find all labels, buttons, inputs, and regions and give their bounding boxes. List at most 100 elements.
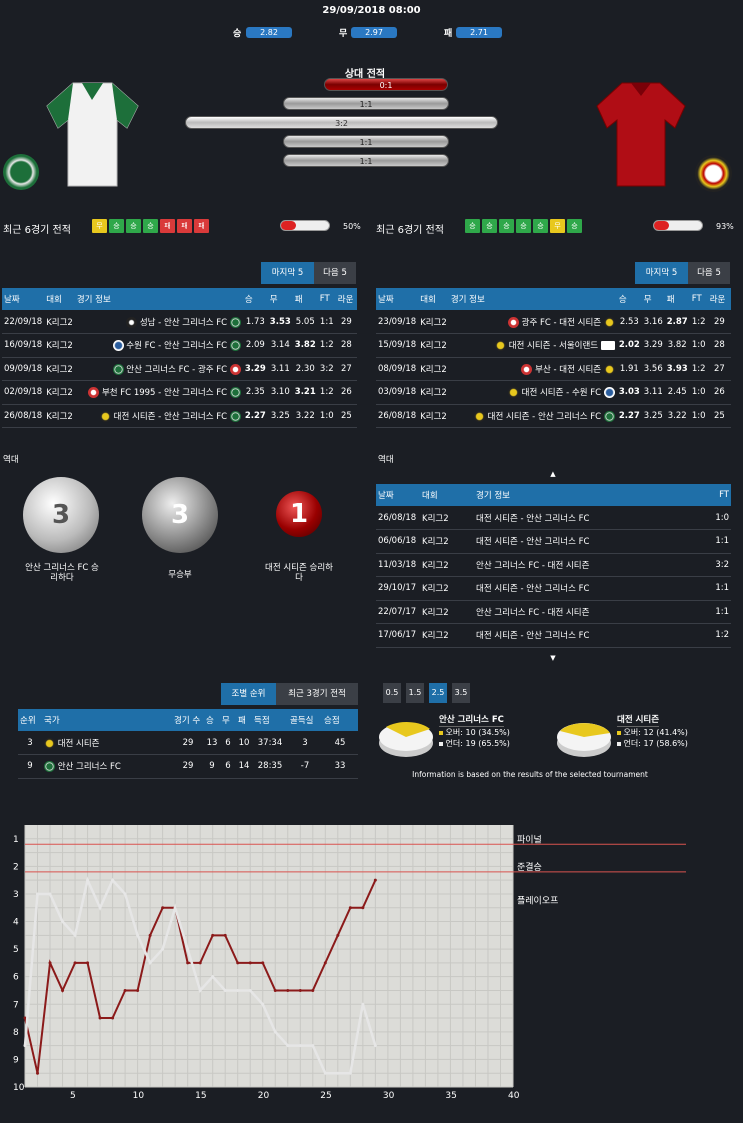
data-point [286, 1044, 290, 1048]
cell-goals: 37:34 [252, 731, 288, 755]
team-crest-icon [603, 363, 615, 375]
data-point [136, 988, 140, 992]
col-d: 무 [641, 288, 665, 310]
cell-ft: 1:0 [689, 404, 708, 428]
table-row[interactable]: 3 대전 시티즌 29 13 6 10 37:34 3 45 [18, 731, 358, 755]
data-point [23, 1044, 27, 1048]
ou-line-button[interactable]: 1.5 [406, 683, 424, 703]
data-point [36, 892, 40, 896]
cell-l: 10 [236, 731, 252, 755]
cell-home: 수원 FC [126, 341, 156, 352]
data-point [123, 988, 127, 992]
over-legend-icon [617, 730, 621, 735]
table-row[interactable]: 02/09/18 K리그2 부천 FC 1995 - 안산 그리너스 FC 2.3… [2, 380, 357, 405]
col-w: 승 [204, 709, 220, 731]
cell-comp: K리그2 [420, 623, 474, 648]
table-row[interactable]: 26/08/18 K리그2 대전 시티즌 - 안산 그리너스 FC 2.27 3.2… [376, 404, 731, 428]
table-row[interactable]: 06/06/18 K리그2 대전 시티즌 - 안산 그리너스 FC 1:1 [376, 529, 731, 554]
team-crest-icon [44, 737, 55, 749]
col-info: 경기 정보 [448, 288, 617, 310]
table-row[interactable]: 22/07/17 K리그2 안산 그리너스 FC - 대전 시티즌 1:1 [376, 600, 731, 624]
table-row[interactable]: 22/09/18 K리그2 성남 - 안산 그리너스 FC 1.73 3.53 5.0… [2, 310, 357, 334]
data-point [211, 933, 215, 937]
data-point [311, 1044, 315, 1048]
cell-home: 대전 시티즌 [476, 513, 518, 524]
table-row[interactable]: 16/09/18 K리그2 수원 FC - 안산 그리너스 FC 2.09 3.14… [2, 333, 357, 358]
chart-annotation: 플레이오프 [517, 895, 558, 906]
cell-away: 안산 그리너스 FC [526, 513, 590, 524]
cell-date: 11/03/18 [376, 553, 420, 577]
col-team: 국가 [42, 709, 172, 731]
odds-draw[interactable]: 2.97 [351, 27, 397, 38]
table-row[interactable]: 17/06/17 K리그2 대전 시티즌 - 안산 그리너스 FC 1:2 [376, 623, 731, 648]
data-point [336, 1071, 340, 1075]
col-ft: FT [709, 484, 731, 506]
cell-home: 부산 [535, 364, 551, 375]
form-badge: 승 [482, 219, 497, 233]
cell-w: 9 [204, 754, 220, 779]
cell-home: 광주 FC [521, 317, 551, 328]
data-point [161, 947, 165, 951]
table-row[interactable]: 9 안산 그리너스 FC 29 9 6 14 28:35 -7 33 [18, 754, 358, 779]
data-point [286, 988, 290, 992]
standings-table: 순위 국가 경기 수 승 무 패 득점 골득실 승점 3 대전 시티즌 29 13 6… [18, 709, 358, 779]
team-crest-icon [521, 363, 533, 375]
tab-next5-away[interactable]: 다음 5 [688, 262, 730, 284]
odds-loss[interactable]: 2.71 [456, 27, 502, 38]
team-crest-icon [44, 761, 55, 773]
ou-line-button[interactable]: 0.5 [383, 683, 401, 703]
table-row[interactable]: 09/09/18 K리그2 안산 그리너스 FC - 광주 FC 3.29 3.11… [2, 357, 357, 381]
cell-team: 대전 시티즌 [57, 738, 100, 749]
table-row[interactable]: 08/09/18 K리그2 부산 - 대전 시티즌 1.91 3.56 3.93 1:2… [376, 357, 731, 381]
ou-line-button[interactable]: 3.5 [452, 683, 470, 703]
cell-comp: K리그2 [420, 553, 474, 577]
data-point [61, 920, 65, 924]
col-d: 무 [267, 288, 293, 310]
away-jersey-icon [596, 82, 686, 187]
form-badge: 승 [465, 219, 480, 233]
cell-w: 1.73 [242, 310, 268, 334]
tab-last3[interactable]: 최근 3경기 전적 [276, 683, 358, 705]
cell-played: 29 [172, 731, 204, 755]
cell-comp: K리그2 [418, 404, 449, 428]
tab-last5-away[interactable]: 마지막 5 [635, 262, 688, 284]
recent-label-home: 최근 6경기 전적 [3, 225, 71, 236]
tab-last5-home[interactable]: 마지막 5 [261, 262, 314, 284]
data-point [336, 933, 340, 937]
home-thermometer-icon [280, 220, 330, 231]
x-tick-label: 25 [320, 1091, 331, 1101]
cell-round: 28 [335, 333, 357, 358]
cell-round: 25 [335, 404, 357, 428]
ou-line-button[interactable]: 2.5 [429, 683, 447, 703]
scroll-up-icon[interactable]: ▲ [540, 470, 566, 478]
tab-next5-home[interactable]: 다음 5 [314, 262, 356, 284]
table-row[interactable]: 29/10/17 K리그2 대전 시티즌 - 안산 그리너스 FC 1:1 [376, 576, 731, 601]
table-row[interactable]: 26/08/18 K리그2 대전 시티즌 - 안산 그리너스 FC 2.27 3.2… [2, 404, 357, 428]
data-point [61, 988, 65, 992]
cell-away: 대전 시티즌 [547, 607, 590, 618]
odds-win[interactable]: 2.82 [246, 27, 292, 38]
cell-d: 3.29 [641, 333, 665, 358]
table-row[interactable]: 11/03/18 K리그2 안산 그리너스 FC - 대전 시티즌 3:2 [376, 553, 731, 577]
table-row[interactable]: 23/09/18 K리그2 광주 FC - 대전 시티즌 2.53 3.16 2.87… [376, 310, 731, 334]
cell-w: 3.03 [616, 380, 642, 405]
table-row[interactable]: 26/08/18 K리그2 대전 시티즌 - 안산 그리너스 FC 1:0 [376, 506, 731, 530]
team-crest-icon [126, 316, 138, 328]
history-table: 날짜 대회 경기 정보 FT 26/08/18 K리그2 대전 시티즌 - 안산 그… [376, 484, 731, 648]
cell-w: 3.29 [242, 357, 268, 381]
cell-date: 06/06/18 [376, 529, 420, 554]
cell-home: 안산 그리너스 FC [476, 560, 540, 571]
tab-standings[interactable]: 조별 순위 [221, 683, 276, 705]
cell-away: 서울이랜드 [559, 341, 599, 352]
cell-l: 3.82 [664, 333, 690, 358]
cell-round: 25 [707, 404, 731, 428]
cell-date: 26/08/18 [2, 404, 45, 428]
table-row[interactable]: 03/09/18 K리그2 대전 시티즌 - 수원 FC 3.03 3.11 2.45… [376, 380, 731, 405]
cell-l: 5.05 [292, 310, 318, 334]
cell-away: 대전 시티즌 [559, 364, 602, 375]
cell-l: 3.21 [292, 380, 318, 405]
scroll-down-icon[interactable]: ▼ [540, 654, 566, 662]
away-ou-under: 언더: 17 (58.6%) [623, 739, 688, 748]
table-row[interactable]: 15/09/18 K리그2 대전 시티즌 - 서울이랜드 2.02 3.29 3.82… [376, 333, 731, 358]
cell-away: 안산 그리너스 FC [526, 537, 590, 548]
